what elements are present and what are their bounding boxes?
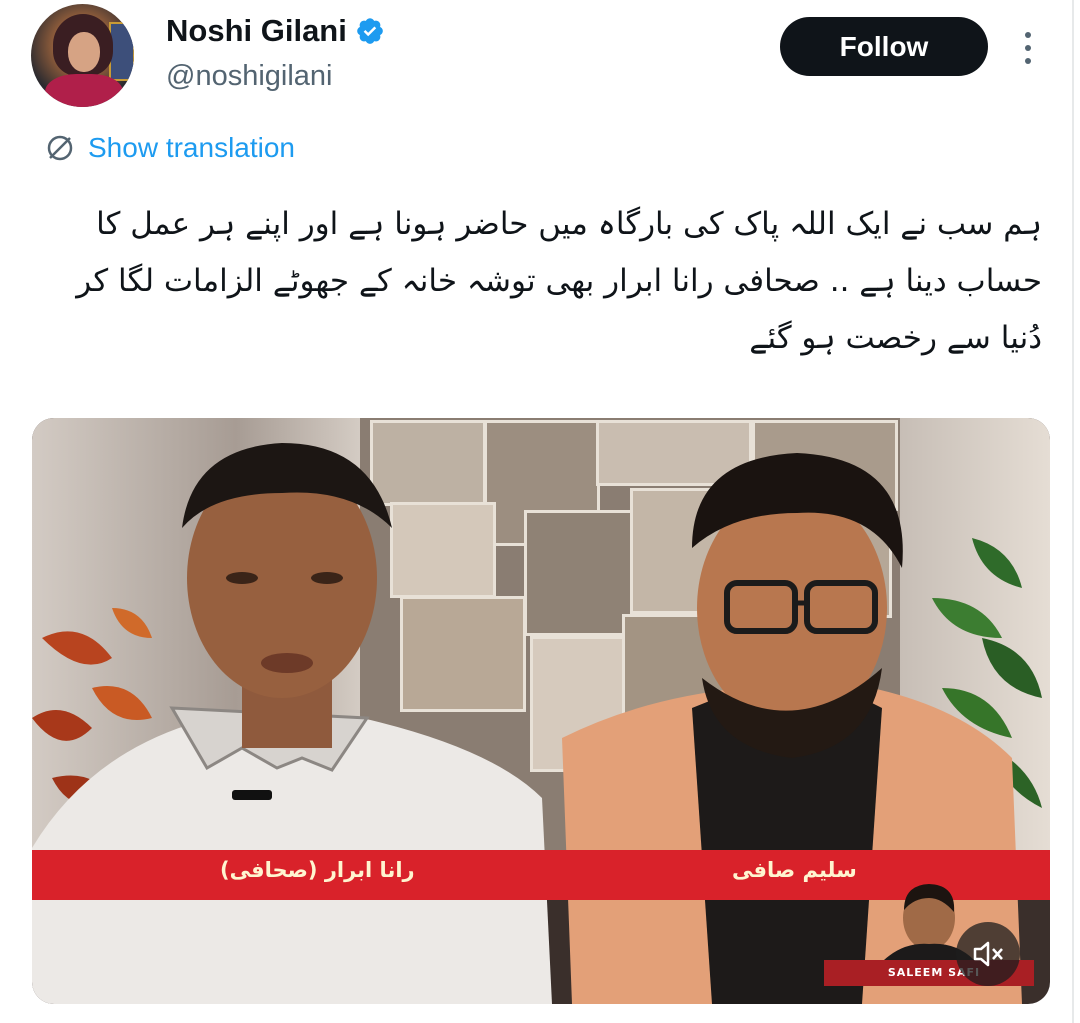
tweet-text: ہم سب نے ایک اللہ پاک کی بارگاہ میں حاضر… (76, 206, 1042, 356)
mute-button[interactable] (956, 922, 1020, 986)
mute-icon (973, 941, 1003, 967)
avatar[interactable] (31, 4, 134, 107)
guest-person (32, 443, 552, 1004)
display-name[interactable]: Noshi Gilani (166, 13, 347, 49)
guest-name-strap: رانا ابرار (صحافی) (220, 858, 415, 882)
more-vertical-icon[interactable] (1018, 28, 1038, 68)
user-name-row[interactable]: Noshi Gilani (166, 13, 385, 49)
host-name-strap: سلیم صافی (732, 858, 857, 882)
show-translation-link[interactable]: Show translation (44, 132, 295, 164)
translation-label: Show translation (88, 132, 296, 163)
video-player[interactable]: رانا ابرار (صحافی) سلیم صافی SALEEM SAFI (32, 418, 1050, 1004)
translate-icon (47, 135, 73, 161)
follow-button[interactable]: Follow (780, 17, 988, 76)
user-handle[interactable]: @noshigilani (166, 60, 332, 93)
verified-badge-icon (357, 18, 383, 44)
timeline-border (1072, 0, 1074, 1023)
